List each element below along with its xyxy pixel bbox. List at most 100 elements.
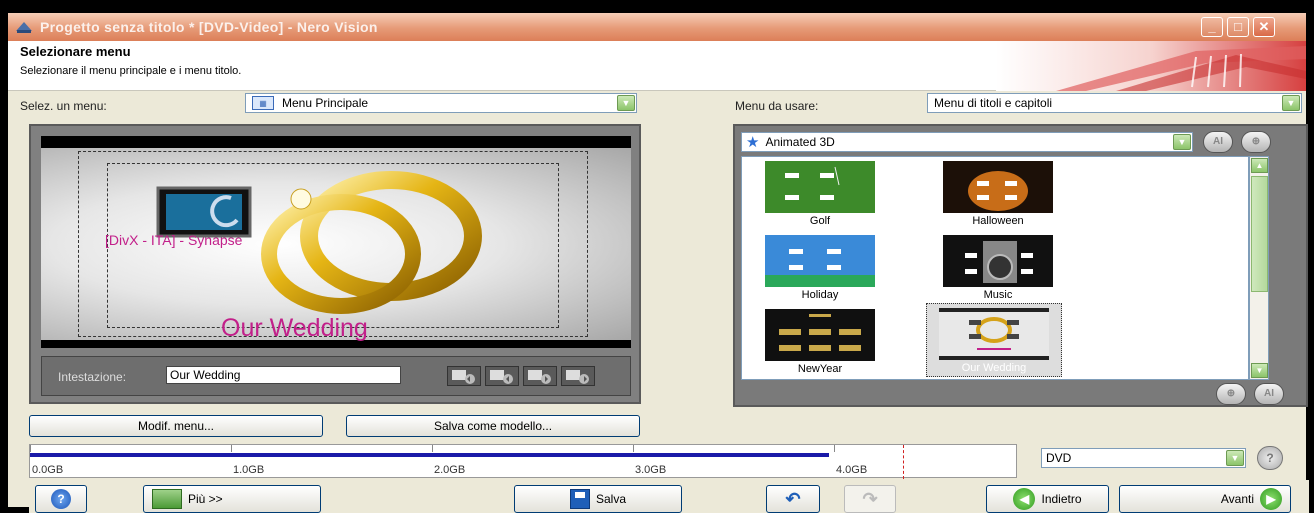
- newyear-thumbnail: [765, 309, 875, 361]
- chevron-down-icon[interactable]: ▼: [617, 95, 635, 111]
- capacity-tick: [30, 445, 31, 452]
- bottom-toolbar: ? Più >> Salva ↶ ↷ ◀ Indietro Avanti ▶: [29, 480, 1309, 513]
- template-item-newyear[interactable]: NewYear: [752, 305, 888, 375]
- heading-bar: Intestazione:: [41, 356, 631, 396]
- template-name: Holiday: [801, 289, 839, 301]
- heading-input[interactable]: [166, 366, 401, 384]
- save-button-label: Salva: [595, 492, 627, 506]
- previous-chapter-icon[interactable]: [485, 366, 519, 386]
- help-button[interactable]: ?: [35, 485, 87, 513]
- back-button-label: Indietro: [1041, 492, 1082, 506]
- star-icon: ★: [746, 134, 760, 151]
- template-item-golf[interactable]: Golf: [752, 157, 888, 227]
- back-button[interactable]: ◀ Indietro: [986, 485, 1109, 513]
- more-button-label: Più >>: [188, 492, 223, 506]
- template-item-halloween[interactable]: Halloween: [930, 157, 1066, 227]
- template-item-holiday[interactable]: Holiday: [752, 231, 888, 301]
- disc-type-value: DVD: [1046, 451, 1072, 465]
- preview-menu-title[interactable]: Our Wedding: [221, 314, 368, 343]
- next-arrow-icon: ▶: [1260, 488, 1282, 510]
- template-name: NewYear: [797, 363, 843, 375]
- disc-help-icon[interactable]: ?: [1257, 446, 1283, 470]
- title-bar[interactable]: Progetto senza titolo * [DVD-Video] - Ne…: [8, 13, 1306, 41]
- minimize-button[interactable]: _: [1201, 17, 1223, 37]
- template-name: Golf: [809, 215, 831, 227]
- nero-app-icon: [14, 19, 34, 35]
- capacity-label: 2.0GB: [434, 464, 466, 476]
- select-menu-value: Menu Principale: [282, 96, 369, 110]
- wizard-header: Selezionare menu Selezionare il menu pri…: [8, 41, 1306, 91]
- save-as-template-button[interactable]: Salva come modello...: [346, 415, 640, 437]
- template-info-top-icon[interactable]: ⊕: [1241, 131, 1271, 153]
- capacity-label: 1.0GB: [233, 464, 265, 476]
- template-item-our-wedding[interactable]: Our Wedding: [926, 303, 1062, 377]
- menu-grid-icon: ▦: [252, 96, 274, 110]
- capacity-label: 0.0GB: [32, 464, 64, 476]
- music-thumbnail: [943, 235, 1053, 287]
- capacity-tick: [834, 445, 835, 452]
- first-chapter-icon[interactable]: [447, 366, 481, 386]
- next-chapter-icon[interactable]: [523, 366, 557, 386]
- template-name: Music: [983, 289, 1013, 301]
- edit-menu-label: Modif. menu...: [137, 419, 215, 433]
- select-menu-label: Selez. un menu:: [20, 99, 107, 113]
- save-as-template-label: Salva come modello...: [433, 419, 553, 433]
- app-window: Progetto senza titolo * [DVD-Video] - Ne…: [8, 13, 1309, 513]
- floppy-disk-icon: [569, 489, 590, 509]
- chevron-down-icon[interactable]: ▼: [1226, 450, 1244, 466]
- capacity-label: 4.0GB: [836, 464, 868, 476]
- scrollbar-thumb[interactable]: [1251, 176, 1268, 292]
- back-arrow-icon: ◀: [1013, 488, 1036, 510]
- capacity-tick: [432, 445, 433, 452]
- apply-all-top-icon[interactable]: AI: [1203, 131, 1233, 153]
- use-menu-label: Menu da usare:: [735, 99, 819, 113]
- template-item-music[interactable]: Music: [930, 231, 1066, 301]
- save-button[interactable]: Salva: [514, 485, 682, 513]
- nero-banner-image: [996, 41, 1306, 91]
- template-name: Our Wedding: [961, 362, 1027, 374]
- golf-thumbnail: [765, 161, 875, 213]
- menu-preview-panel: [DivX - ITA] - Synapse Our Wedding Intes…: [29, 124, 641, 404]
- preview-overlay-text: [DivX - ITA] - Synapse: [105, 232, 243, 248]
- undo-icon: ↶: [785, 488, 801, 509]
- halloween-thumbnail: [943, 161, 1053, 213]
- template-list-scrollbar[interactable]: ▲ ▼: [1249, 156, 1269, 380]
- select-menu-dropdown[interactable]: ▦ Menu Principale ▼: [245, 93, 637, 113]
- menu-preview-screen[interactable]: [DivX - ITA] - Synapse Our Wedding: [41, 136, 631, 348]
- edit-menu-button[interactable]: Modif. menu...: [29, 415, 323, 437]
- more-button[interactable]: Più >>: [143, 485, 321, 513]
- apply-all-bottom-icon[interactable]: AI: [1254, 383, 1284, 405]
- redo-button: ↷: [844, 485, 896, 513]
- scroll-up-icon[interactable]: ▲: [1251, 158, 1268, 173]
- disc-capacity-bar: 0.0GB 1.0GB 2.0GB 3.0GB 4.0GB: [29, 444, 1017, 479]
- holiday-thumbnail: [765, 235, 875, 287]
- capacity-tick: [633, 445, 634, 452]
- next-button[interactable]: Avanti ▶: [1119, 485, 1291, 513]
- chevron-down-icon[interactable]: ▼: [1173, 134, 1191, 150]
- menu-templates-panel: ★ Animated 3D ▼ AI ⊕ Golf Halloween Holi…: [733, 124, 1308, 407]
- more-options-icon: [152, 489, 182, 509]
- last-chapter-icon[interactable]: [561, 366, 595, 386]
- capacity-label: 3.0GB: [635, 464, 667, 476]
- page-subtitle: Selezionare il menu principale e i menu …: [20, 65, 242, 77]
- help-icon: ?: [51, 489, 71, 509]
- page-title: Selezionare menu: [20, 44, 131, 59]
- capacity-limit-marker: [903, 445, 904, 479]
- scroll-down-icon[interactable]: ▼: [1251, 363, 1268, 378]
- disc-type-dropdown[interactable]: DVD ▼: [1041, 448, 1246, 468]
- use-menu-dropdown[interactable]: Menu di titoli e capitoli ▼: [927, 93, 1302, 113]
- template-info-bottom-icon[interactable]: ⊕: [1216, 383, 1246, 405]
- template-category-dropdown[interactable]: ★ Animated 3D ▼: [741, 132, 1193, 152]
- close-button[interactable]: ✕: [1253, 17, 1275, 37]
- maximize-button[interactable]: □: [1227, 17, 1249, 37]
- next-button-label: Avanti: [1220, 492, 1254, 506]
- template-list[interactable]: Golf Halloween Holiday Music NewYear Our…: [741, 156, 1249, 380]
- our-wedding-thumbnail: [939, 308, 1049, 360]
- window-title: Progetto senza titolo * [DVD-Video] - Ne…: [40, 19, 378, 35]
- undo-button[interactable]: ↶: [766, 485, 820, 513]
- chevron-down-icon[interactable]: ▼: [1282, 95, 1300, 111]
- capacity-tick: [231, 445, 232, 452]
- redo-icon: ↷: [862, 488, 878, 509]
- heading-label: Intestazione:: [58, 370, 127, 384]
- template-category-value: Animated 3D: [765, 135, 835, 149]
